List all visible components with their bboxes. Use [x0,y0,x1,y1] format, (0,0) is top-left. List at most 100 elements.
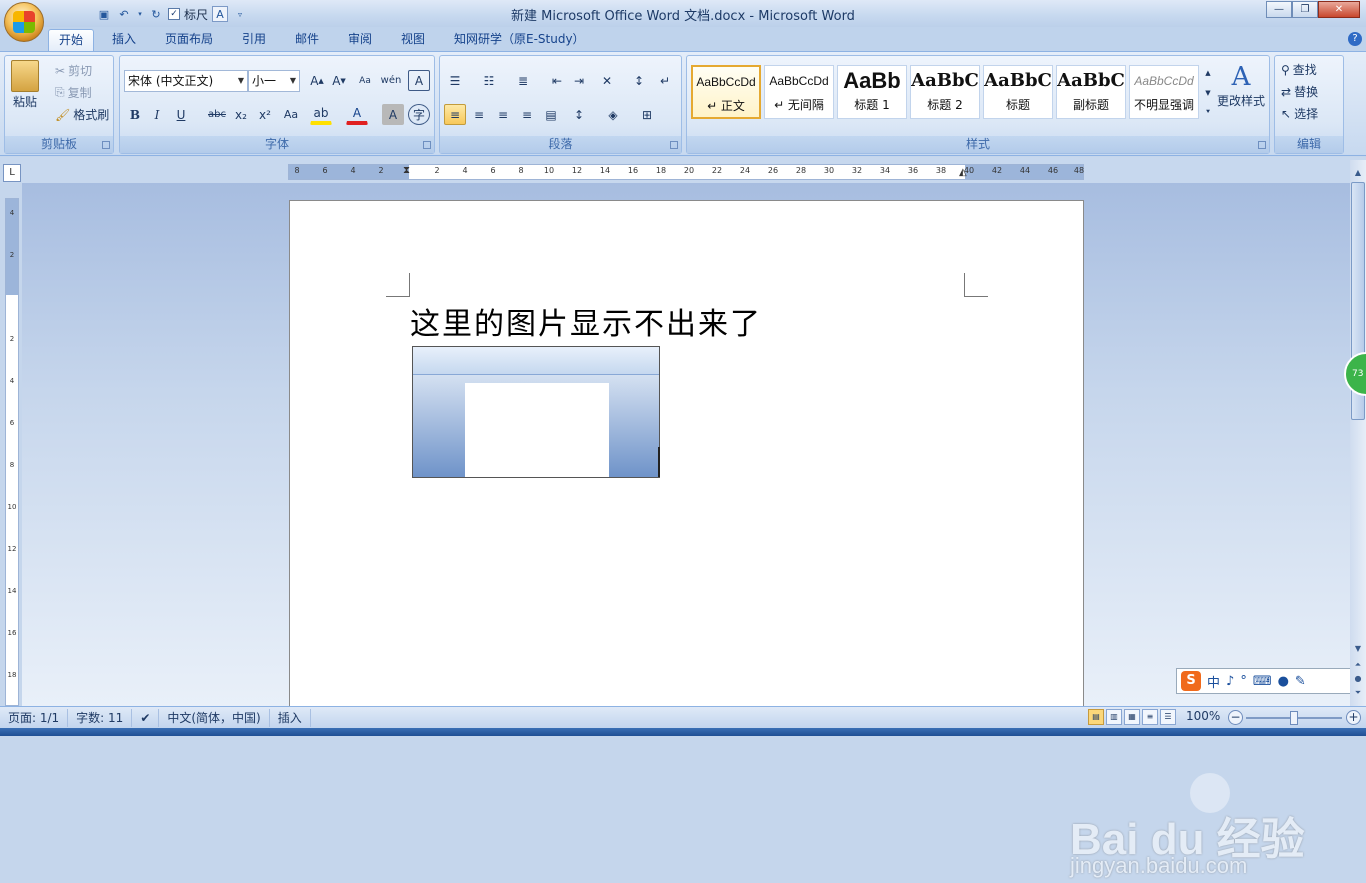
width-icon[interactable]: ° [1240,674,1247,689]
borders-icon[interactable]: ⊞ [636,104,658,125]
style-subtitle[interactable]: AaBbC 副标题 [1056,65,1126,119]
next-page-icon[interactable]: ⏷ [1352,688,1364,700]
outline-icon[interactable]: ≡ [1142,709,1158,725]
style-heading-1[interactable]: AaBb 标题 1 [837,65,907,119]
style-heading-2[interactable]: AaBbC 标题 2 [910,65,980,119]
styles-scroll-up-icon[interactable]: ▲ [1201,64,1215,82]
web-layout-icon[interactable]: ▦ [1124,709,1140,725]
shading-icon[interactable]: ◈ [602,104,624,125]
font-color-icon[interactable]: A [346,104,368,125]
phonetic-guide-icon[interactable]: wén [380,70,402,91]
scroll-up-icon[interactable]: ▲ [1352,168,1364,180]
horizontal-ruler[interactable]: 8 6 4 2 2 4 6 8 10 12 14 16 18 20 22 24 … [288,164,1084,180]
tab-review[interactable]: 审阅 [338,29,382,51]
tab-cnki[interactable]: 知网研学（原E-Study） [444,29,595,51]
underline-icon[interactable]: U [170,104,192,125]
language-status[interactable]: 中文(简体，中国) [159,708,270,727]
paste-button[interactable]: 粘贴 [11,60,39,110]
select-button[interactable]: ↖ 选择 [1281,105,1318,122]
help-icon[interactable]: ? [1348,32,1362,46]
show-marks-icon[interactable]: ↵ [654,70,676,91]
clear-format-icon[interactable]: Aa [354,70,376,91]
superscript-icon[interactable]: x² [254,104,276,125]
decrease-indent-icon[interactable]: ⇤ [546,70,568,91]
cut-button[interactable]: ✂ 剪切 [55,62,92,79]
replace-button[interactable]: ⇄ 替换 [1281,83,1318,100]
ime-toolbar[interactable]: S 中 ♪ ° ⌨ ● ✎ [1176,668,1352,694]
scroll-down-icon[interactable]: ▼ [1352,644,1364,656]
print-layout-icon[interactable]: ▤ [1088,709,1104,725]
justify-icon[interactable]: ≡ [516,104,538,125]
bold-icon[interactable]: B [124,104,146,125]
wrench-icon[interactable]: ✎ [1295,674,1306,689]
distribute-icon[interactable]: ▤ [540,104,562,125]
maximize-button[interactable]: ❐ [1292,1,1318,18]
right-indent-marker-icon[interactable]: ◭ [959,167,967,178]
indent-marker-icon[interactable]: ⧗ [403,165,410,176]
style-subtle-emphasis[interactable]: AaBbCcDd 不明显强调 [1129,65,1199,119]
page-count[interactable]: 页面: 1/1 [0,708,69,727]
zoom-slider[interactable]: − + [1228,710,1362,726]
font-launcher[interactable] [423,141,431,149]
highlight-icon[interactable]: ab [310,104,332,125]
tab-selector[interactable]: L [3,164,21,182]
subscript-icon[interactable]: x₂ [230,104,252,125]
increase-indent-icon[interactable]: ⇥ [568,70,590,91]
tab-page-layout[interactable]: 页面布局 [155,29,223,51]
style-no-spacing[interactable]: AaBbCcDd ↵ 无间隔 [764,65,834,119]
paragraph-launcher[interactable] [670,141,678,149]
close-button[interactable]: ✕ [1318,1,1360,18]
character-shading-icon[interactable]: A [382,104,404,125]
numbering-icon[interactable]: ☷ [478,70,500,91]
sort-icon[interactable]: ↕ [628,70,650,91]
insert-mode[interactable]: 插入 [270,708,311,727]
vertical-ruler[interactable]: 4 2 2 4 6 8 10 12 14 16 18 [5,198,19,706]
bullets-icon[interactable]: ☰ [444,70,466,91]
chinese-layout-icon[interactable]: ✕ [596,70,618,91]
align-left-icon[interactable]: ≡ [444,104,466,125]
character-border-icon[interactable]: A [408,70,430,91]
clipboard-launcher[interactable] [102,141,110,149]
zoom-thumb[interactable] [1290,711,1298,725]
multilevel-list-icon[interactable]: ≣ [512,70,534,91]
tab-insert[interactable]: 插入 [102,29,146,51]
zoom-level[interactable]: 100% [1186,709,1220,723]
keyboard-icon[interactable]: ⌨ [1253,674,1272,689]
align-center-icon[interactable]: ≡ [468,104,490,125]
word-count[interactable]: 字数: 11 [68,708,133,727]
styles-more-icon[interactable]: ⯆ [1201,104,1215,120]
enclose-character-icon[interactable]: 字 [408,104,430,125]
tab-mailings[interactable]: 邮件 [285,29,329,51]
change-case-icon[interactable]: Aa [280,104,302,125]
copy-button[interactable]: ⎘ 复制 [55,84,92,101]
user-icon[interactable]: ● [1278,674,1289,689]
office-button[interactable] [4,2,44,42]
prev-page-icon[interactable]: ⏶ [1352,660,1364,672]
document-page[interactable]: 这里的图片显示不出来了 [289,200,1084,720]
grow-font-icon[interactable]: A ▲ [306,70,328,91]
style-normal[interactable]: AaBbCcDd ↵ 正文 [691,65,761,119]
change-styles-button[interactable]: A 更改样式 [1217,62,1265,109]
style-title[interactable]: AaBbC 标题 [983,65,1053,119]
styles-scroll-down-icon[interactable]: ▼ [1201,84,1215,102]
proofing-icon[interactable]: ✔ [132,708,160,727]
embedded-image[interactable] [412,346,660,478]
tab-view[interactable]: 视图 [391,29,435,51]
tab-home[interactable]: 开始 [48,29,95,51]
punctuation-icon[interactable]: ♪ [1226,674,1234,689]
zoom-in-icon[interactable]: + [1346,710,1361,725]
format-painter-button[interactable]: 🖌 格式刷 [55,106,109,123]
shrink-font-icon[interactable]: A ▼ [328,70,350,91]
vertical-scrollbar[interactable]: ▲ ▼ ⏶ ● ⏷ [1350,160,1366,706]
document-text[interactable]: 这里的图片显示不出来了 [410,299,762,343]
styles-launcher[interactable] [1258,141,1266,149]
minimize-button[interactable]: — [1266,1,1292,18]
line-spacing-icon[interactable]: ↕ [568,104,590,125]
strikethrough-icon[interactable]: abc [206,104,228,125]
font-name-combo[interactable]: 宋体 (中文正文) ▼ [124,70,248,92]
zoom-out-icon[interactable]: − [1228,710,1243,725]
browse-object-icon[interactable]: ● [1352,674,1364,686]
italic-icon[interactable]: I [146,104,168,125]
align-right-icon[interactable]: ≡ [492,104,514,125]
ime-language[interactable]: 中 [1207,672,1220,691]
